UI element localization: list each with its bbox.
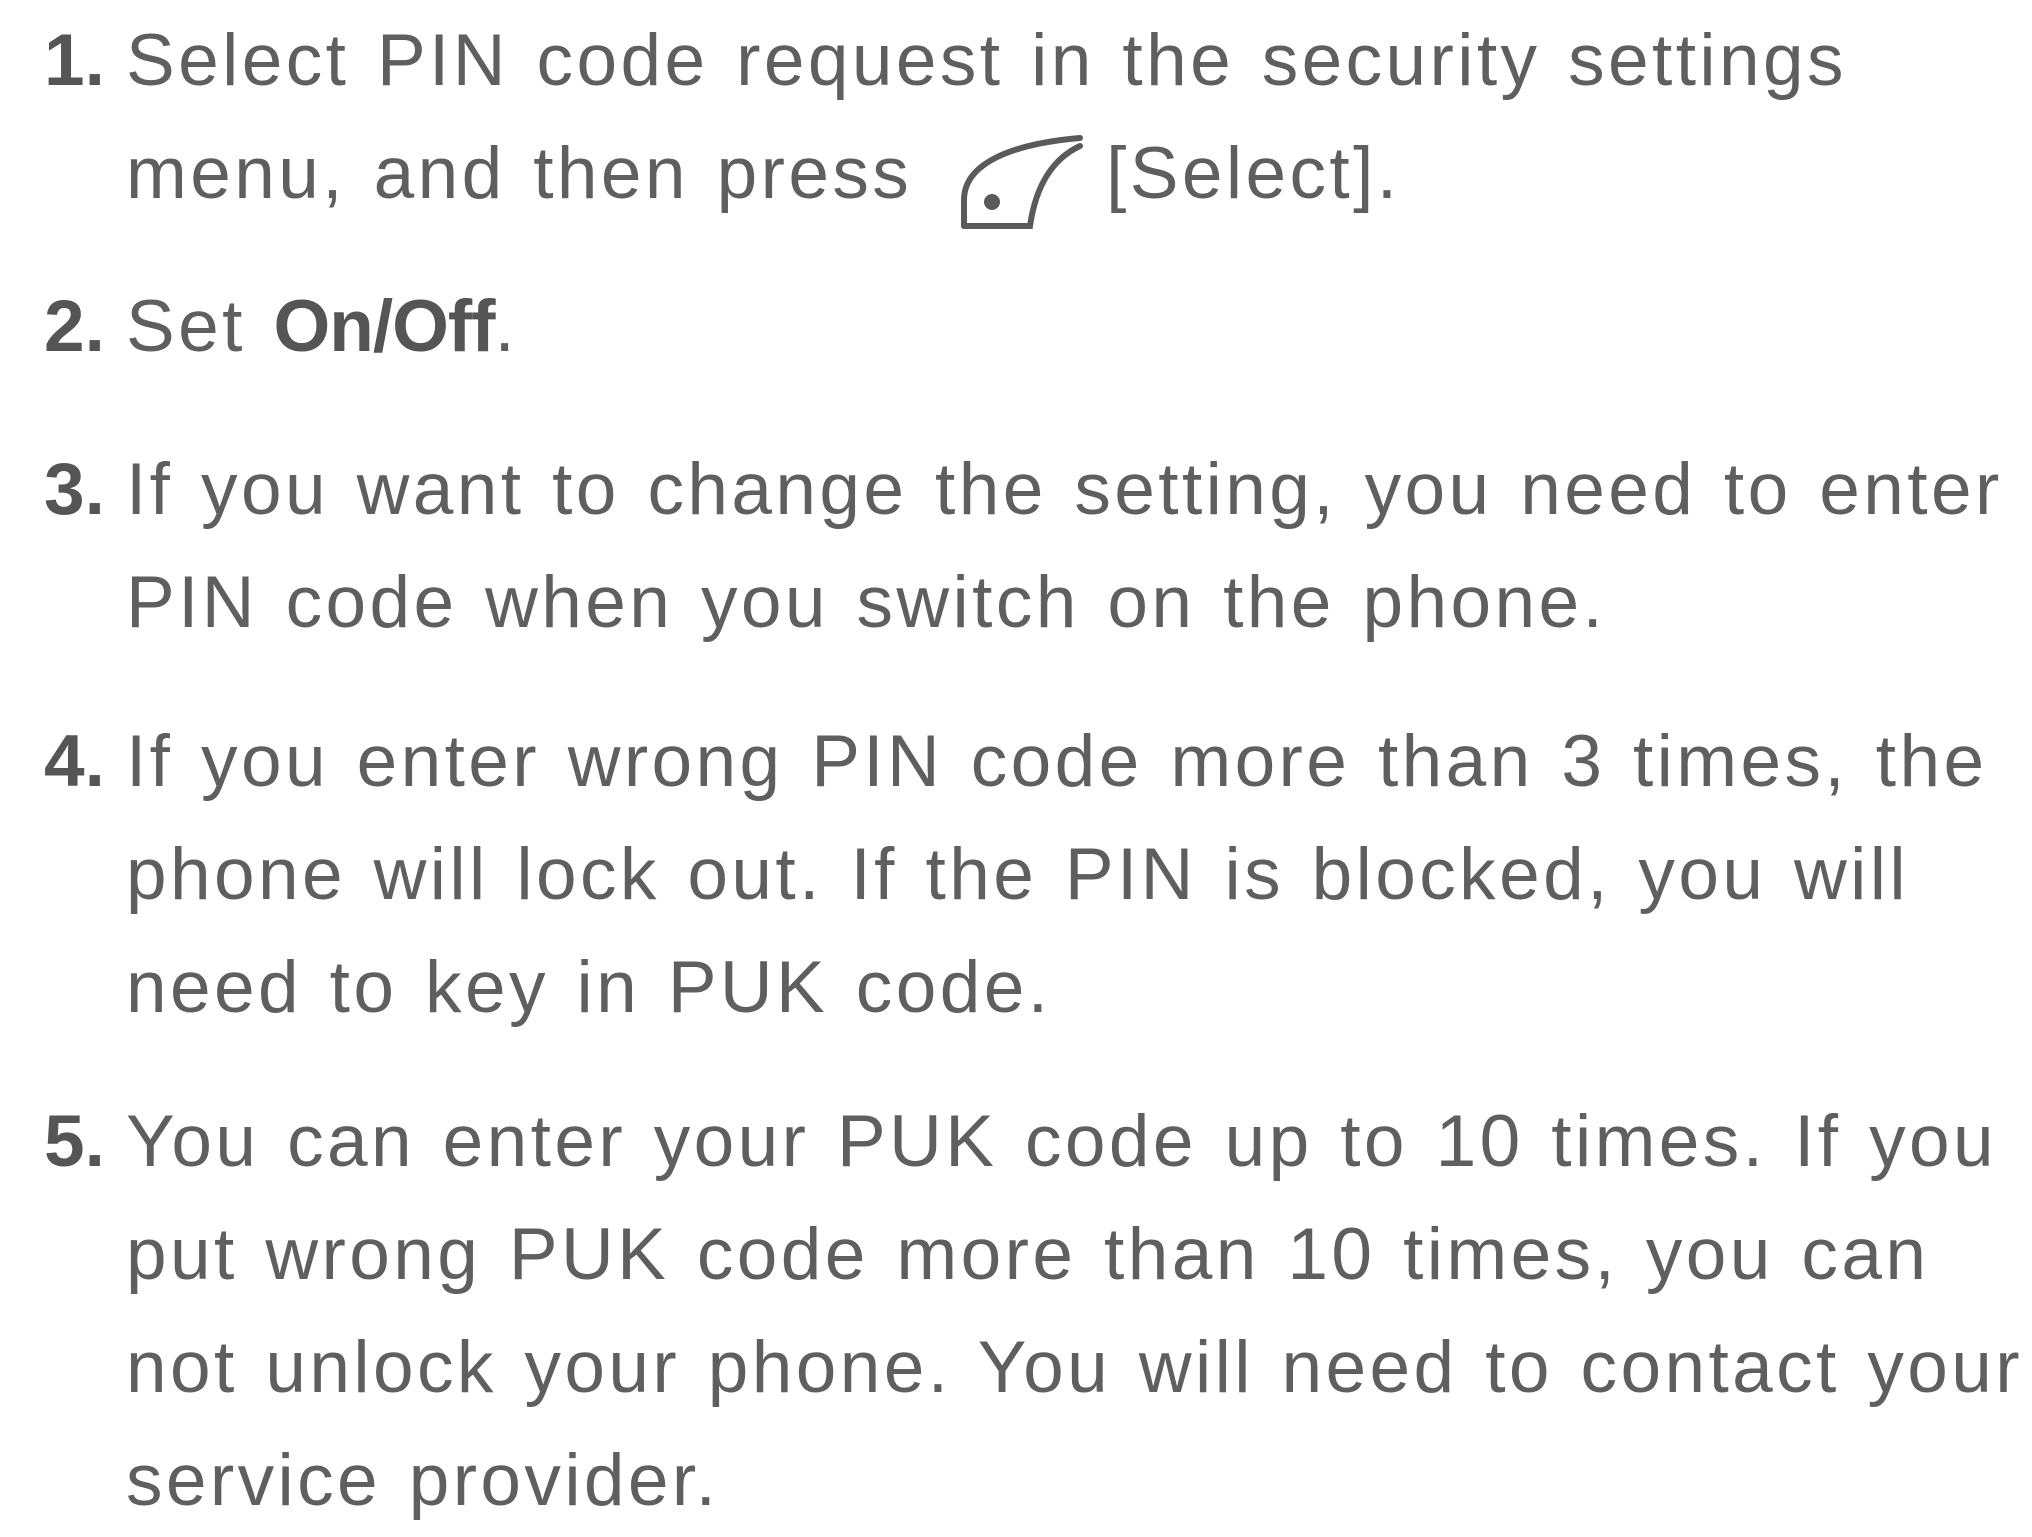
- step-text: You can enter your PUK code up to 10 tim…: [126, 1085, 2024, 1537]
- step-line-text: [Select].: [1106, 133, 1401, 214]
- step-number: 1.: [44, 20, 105, 101]
- step-line: phone will lock out. If the PIN is block…: [126, 834, 1909, 915]
- step-line: need to key in PUK code.: [126, 947, 1052, 1028]
- instruction-steps: 1. Select PIN code request in the securi…: [0, 0, 2032, 1521]
- step-number: 4.: [44, 721, 105, 802]
- step-line: menu, and then press [Select].: [126, 117, 2016, 232]
- step-text: Select PIN code request in the security …: [126, 4, 2016, 232]
- step-line: If you enter wrong PIN code more than 3 …: [126, 721, 1988, 802]
- step-text-after: .: [494, 286, 519, 367]
- on-off-option: On/Off: [273, 286, 495, 367]
- step-line: not unlock your phone. You will need to …: [126, 1327, 2024, 1408]
- step-line-text: menu, and then press: [126, 133, 913, 214]
- step-text-before: Set: [126, 286, 274, 367]
- step-line: service provider.: [126, 1440, 720, 1521]
- step-text: If you enter wrong PIN code more than 3 …: [126, 705, 2016, 1044]
- step-number: 3.: [44, 449, 105, 530]
- step-text: If you want to change the setting, you n…: [126, 433, 2016, 659]
- step-line: PIN code when you switch on the phone.: [126, 562, 1607, 643]
- step-number: 5.: [44, 1101, 105, 1182]
- step-line: If you want to change the setting, you n…: [126, 449, 2003, 530]
- left-soft-key-icon: [952, 122, 1086, 232]
- step-number: 2.: [44, 286, 105, 367]
- step-line: put wrong PUK code more than 10 times, y…: [126, 1214, 1930, 1295]
- step-text: Set On/Off.: [126, 270, 2016, 383]
- step-line: Select PIN code request in the security …: [126, 20, 1847, 101]
- step-line: You can enter your PUK code up to 10 tim…: [126, 1101, 1998, 1182]
